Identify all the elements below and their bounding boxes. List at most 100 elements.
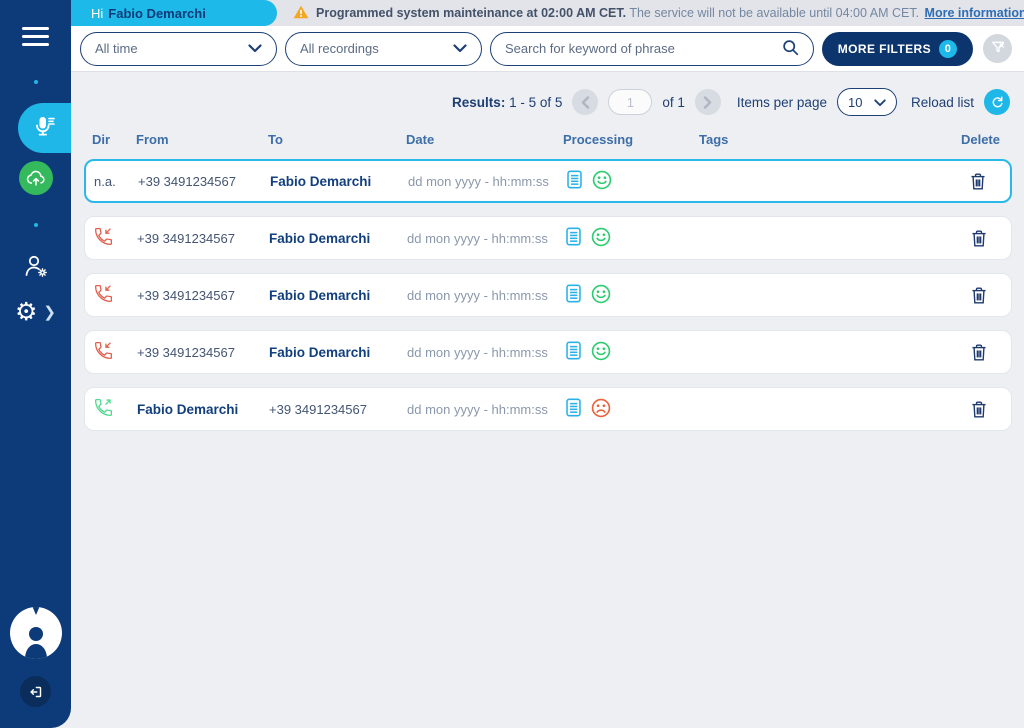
incoming-call-icon <box>93 226 137 250</box>
sidebar-item-logout[interactable] <box>0 676 71 707</box>
delete-button[interactable] <box>970 228 988 249</box>
cloud-upload-icon <box>19 161 53 195</box>
delete-button[interactable] <box>970 399 988 420</box>
sentiment-negative-icon[interactable] <box>590 397 612 422</box>
recordings-filter-dropdown[interactable]: All recordings <box>285 32 482 66</box>
header-to: To <box>268 132 406 147</box>
time-filter-dropdown[interactable]: All time <box>80 32 277 66</box>
to-value: Fabio Demarchi <box>269 288 407 303</box>
transcript-icon[interactable] <box>564 283 583 307</box>
table-row[interactable]: +39 3491234567 Fabio Demarchi dd mon yyy… <box>84 273 1012 317</box>
date-value: dd mon yyyy - hh:mm:ss <box>407 231 564 246</box>
hamburger-menu-icon[interactable] <box>0 20 71 52</box>
from-value: Fabio Demarchi <box>137 402 269 417</box>
header-from: From <box>136 132 268 147</box>
of-pages-label: of 1 <box>662 95 685 110</box>
delete-button[interactable] <box>970 342 988 363</box>
time-filter-value: All time <box>95 41 138 56</box>
warning-bold-text: Programmed system mainteinance at 02:00 … <box>316 6 626 20</box>
results-count: Results: 1 - 5 of 5 <box>452 95 562 110</box>
reload-list-label: Reload list <box>911 95 974 110</box>
user-name: Fabio Demarchi <box>108 6 206 21</box>
transcript-icon[interactable] <box>565 169 584 193</box>
main-area: Hi Fabio Demarchi Programmed system main… <box>71 0 1024 728</box>
sentiment-positive-icon[interactable] <box>590 340 612 365</box>
more-filters-button[interactable]: MORE FILTERS 0 <box>822 32 973 66</box>
filter-bar: All time All recordings MORE FILTERS 0 <box>71 26 1024 72</box>
sentiment-positive-icon[interactable] <box>591 169 613 194</box>
reload-list-button[interactable] <box>984 89 1010 115</box>
microphone-icon <box>33 114 57 143</box>
more-informations-link[interactable]: More informations <box>925 6 1024 20</box>
user-gear-icon <box>21 251 51 286</box>
chevron-down-icon <box>248 41 262 56</box>
next-page-button[interactable] <box>695 89 721 115</box>
table-row[interactable]: Fabio Demarchi +39 3491234567 dd mon yyy… <box>84 387 1012 431</box>
recordings-content: Results: 1 - 5 of 5 of 1 Items per page … <box>71 72 1024 728</box>
to-value: Fabio Demarchi <box>270 174 408 189</box>
to-value: +39 3491234567 <box>269 402 407 417</box>
incoming-call-icon <box>93 340 137 364</box>
search-box <box>490 32 814 66</box>
more-filters-count-badge: 0 <box>939 40 957 58</box>
sidebar-item-user-settings[interactable] <box>0 253 71 283</box>
chevron-down-icon <box>874 95 886 110</box>
transcript-icon[interactable] <box>564 226 583 250</box>
results-bar: Results: 1 - 5 of 5 of 1 Items per page … <box>84 88 1012 116</box>
from-value: +39 3491234567 <box>138 174 270 189</box>
recordings-filter-value: All recordings <box>300 41 379 56</box>
sidebar: ⚙ ❯ <box>0 0 71 728</box>
sentiment-positive-icon[interactable] <box>590 283 612 308</box>
outgoing-call-icon <box>93 397 137 421</box>
search-input[interactable] <box>505 41 782 56</box>
maintenance-warning: Programmed system mainteinance at 02:00 … <box>293 0 1024 26</box>
sidebar-separator-dot <box>0 223 71 227</box>
logout-icon <box>20 676 51 707</box>
delete-button[interactable] <box>970 285 988 306</box>
items-per-page-label: Items per page <box>737 95 827 110</box>
chevron-right-icon: ❯ <box>43 303 56 321</box>
header-date: Date <box>406 132 563 147</box>
date-value: dd mon yyyy - hh:mm:ss <box>407 402 564 417</box>
from-value: +39 3491234567 <box>137 231 269 246</box>
clear-filters-button[interactable] <box>983 34 1012 63</box>
items-per-page-dropdown[interactable]: 10 <box>837 88 897 116</box>
delete-button[interactable] <box>969 171 987 192</box>
previous-page-button[interactable] <box>572 89 598 115</box>
app-window: ⚙ ❯ <box>0 0 1024 728</box>
sidebar-item-upload[interactable] <box>0 161 71 195</box>
date-value: dd mon yyyy - hh:mm:ss <box>408 174 565 189</box>
table-header: Dir From To Date Processing Tags Delete <box>84 128 1012 150</box>
gear-icon: ⚙ <box>15 300 37 325</box>
header-delete: Delete <box>948 132 1012 147</box>
warning-text: The service will not be available until … <box>629 6 919 20</box>
user-avatar[interactable] <box>0 607 71 659</box>
date-value: dd mon yyyy - hh:mm:ss <box>407 345 564 360</box>
items-per-page-value: 10 <box>848 95 862 110</box>
sidebar-separator-dot <box>0 80 71 84</box>
table-row[interactable]: +39 3491234567 Fabio Demarchi dd mon yyy… <box>84 330 1012 374</box>
sidebar-item-settings[interactable]: ⚙ ❯ <box>0 297 71 327</box>
search-icon[interactable] <box>782 39 799 59</box>
sentiment-positive-icon[interactable] <box>590 226 612 251</box>
to-value: Fabio Demarchi <box>269 231 407 246</box>
sidebar-item-recordings[interactable] <box>18 103 71 153</box>
top-bar: Hi Fabio Demarchi Programmed system main… <box>71 0 1024 26</box>
header-dir: Dir <box>92 132 136 147</box>
direction-value: n.a. <box>94 174 138 189</box>
more-filters-label: MORE FILTERS <box>838 42 931 56</box>
to-value: Fabio Demarchi <box>269 345 407 360</box>
header-processing: Processing <box>563 132 699 147</box>
table-row[interactable]: n.a. +39 3491234567 Fabio Demarchi dd mo… <box>84 159 1012 203</box>
header-tags: Tags <box>699 132 948 147</box>
greeting-text: Hi <box>91 6 103 21</box>
transcript-icon[interactable] <box>564 340 583 364</box>
results-label: Results: <box>452 95 505 110</box>
page-number-input[interactable] <box>608 89 652 115</box>
from-value: +39 3491234567 <box>137 345 269 360</box>
transcript-icon[interactable] <box>564 397 583 421</box>
date-value: dd mon yyyy - hh:mm:ss <box>407 288 564 303</box>
table-row[interactable]: +39 3491234567 Fabio Demarchi dd mon yyy… <box>84 216 1012 260</box>
from-value: +39 3491234567 <box>137 288 269 303</box>
results-range: 1 - 5 of 5 <box>509 95 562 110</box>
